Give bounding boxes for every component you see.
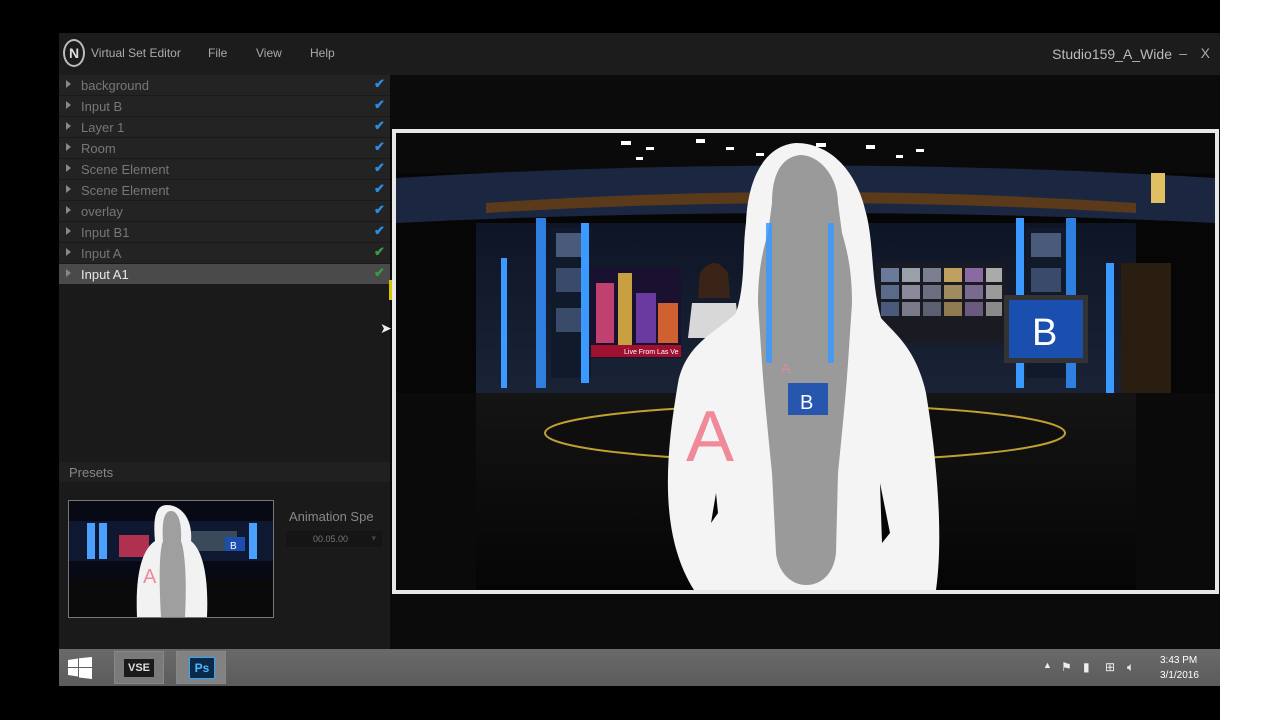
- menu-help[interactable]: Help: [310, 46, 335, 60]
- layer-row[interactable]: Layer 1 ✔: [59, 117, 390, 137]
- preset-thumbnail-image: B A: [69, 501, 273, 617]
- visibility-check-icon[interactable]: ✔: [374, 118, 385, 134]
- input-a-label: A: [686, 397, 734, 477]
- layer-row[interactable]: background ✔: [59, 75, 390, 95]
- layer-name: Room: [81, 141, 116, 156]
- animation-speed-label: Animation Spe: [289, 509, 374, 524]
- preset-thumbnail[interactable]: B A: [68, 500, 274, 618]
- visibility-check-icon[interactable]: ✔: [374, 139, 385, 155]
- taskbar-photoshop-button[interactable]: Ps: [176, 651, 226, 684]
- expand-arrow-icon[interactable]: [66, 143, 71, 151]
- layer-name: Input A: [81, 246, 122, 261]
- ticker-text: Live From Las Ve: [624, 349, 679, 356]
- layer-name: Input B: [81, 99, 123, 114]
- show-hidden-icons-icon[interactable]: ▲: [1043, 660, 1052, 670]
- chevron-down-icon[interactable]: ▾: [371, 533, 376, 544]
- layer-name: background: [81, 78, 149, 93]
- layer-row[interactable]: Input B ✔: [59, 96, 390, 116]
- expand-arrow-icon[interactable]: [66, 80, 71, 88]
- visibility-check-icon[interactable]: ✔: [374, 97, 385, 113]
- left-panel: background ✔ Input B ✔ Layer 1 ✔ Room ✔ Scene El…: [59, 75, 392, 649]
- virtual-set-preview: Live From Las Ve B B A A: [396, 133, 1215, 590]
- svg-text:B: B: [230, 541, 237, 552]
- presets-header: Presets: [59, 462, 390, 482]
- vse-icon: VSE: [124, 659, 154, 677]
- svg-text:B: B: [800, 392, 813, 414]
- input-b-label: B: [1032, 312, 1057, 354]
- expand-arrow-icon[interactable]: [66, 185, 71, 193]
- close-button[interactable]: X: [1201, 45, 1210, 61]
- layer-row[interactable]: Input A1 ✔: [59, 264, 390, 284]
- layer-row[interactable]: Room ✔: [59, 138, 390, 158]
- expand-arrow-icon[interactable]: [66, 164, 71, 172]
- layer-name: Scene Element: [81, 183, 170, 198]
- layer-row[interactable]: Scene Element ✔: [59, 159, 390, 179]
- layer-name: Layer 1: [81, 120, 125, 135]
- svg-text:A: A: [781, 360, 791, 376]
- layer-row[interactable]: Scene Element ✔: [59, 180, 390, 200]
- network-icon[interactable]: ⊞: [1105, 660, 1115, 674]
- windows-start-icon[interactable]: [68, 657, 92, 679]
- layer-row[interactable]: Input B1 ✔: [59, 222, 390, 242]
- visibility-check-icon[interactable]: ✔: [374, 202, 385, 218]
- taskbar-vse-button[interactable]: VSE: [114, 651, 164, 684]
- expand-arrow-icon[interactable]: [66, 122, 71, 130]
- layer-name: Scene Element: [81, 162, 170, 177]
- svg-text:A: A: [143, 566, 157, 588]
- photoshop-icon: Ps: [189, 657, 215, 679]
- app-title: Virtual Set Editor: [91, 46, 181, 60]
- layer-name: overlay: [81, 204, 123, 219]
- layer-name: Input B1: [81, 225, 130, 240]
- battery-icon[interactable]: ▮: [1083, 660, 1090, 674]
- animation-speed-field[interactable]: 00.05.00 ▾: [286, 531, 382, 547]
- menu-view[interactable]: View: [256, 46, 282, 60]
- clock-date[interactable]: 3/1/2016: [1160, 670, 1199, 681]
- visibility-check-icon[interactable]: ✔: [374, 223, 385, 239]
- visibility-check-icon[interactable]: ✔: [374, 181, 385, 197]
- layer-row[interactable]: overlay ✔: [59, 201, 390, 221]
- expand-arrow-icon[interactable]: [66, 269, 71, 277]
- mouse-cursor-icon: ➤: [380, 320, 392, 336]
- visibility-check-icon[interactable]: ✔: [374, 160, 385, 176]
- volume-icon[interactable]: 🔈︎: [1127, 660, 1134, 675]
- title-bar: N Virtual Set Editor File View Help Stud…: [59, 33, 1220, 75]
- visibility-check-icon[interactable]: ✔: [374, 265, 385, 281]
- expand-arrow-icon[interactable]: [66, 101, 71, 109]
- layer-row[interactable]: Input A ✔: [59, 243, 390, 263]
- presets-label: Presets: [69, 465, 114, 480]
- preview-canvas[interactable]: Live From Las Ve B B A A: [392, 129, 1219, 594]
- taskbar: VSE Ps ▲ ⚑ ▮ ⊞ 🔈︎ 3:43 PM 3/1/2016: [59, 649, 1220, 686]
- visibility-check-icon[interactable]: ✔: [374, 244, 385, 260]
- animation-speed-value: 00.05.00: [313, 534, 349, 544]
- app-logo-icon: N: [63, 39, 85, 67]
- expand-arrow-icon[interactable]: [66, 248, 71, 256]
- document-title: Studio159_A_Wide: [1052, 46, 1172, 62]
- visibility-check-icon[interactable]: ✔: [374, 76, 385, 92]
- clock-time[interactable]: 3:43 PM: [1160, 655, 1197, 666]
- expand-arrow-icon[interactable]: [66, 227, 71, 235]
- screen-edge: [1220, 0, 1280, 720]
- menu-file[interactable]: File: [208, 46, 227, 60]
- minimize-button[interactable]: –: [1179, 45, 1187, 61]
- flag-icon[interactable]: ⚑: [1061, 660, 1072, 674]
- expand-arrow-icon[interactable]: [66, 206, 71, 214]
- layer-list: background ✔ Input B ✔ Layer 1 ✔ Room ✔ Scene El…: [59, 75, 390, 285]
- layer-name: Input A1: [81, 267, 129, 282]
